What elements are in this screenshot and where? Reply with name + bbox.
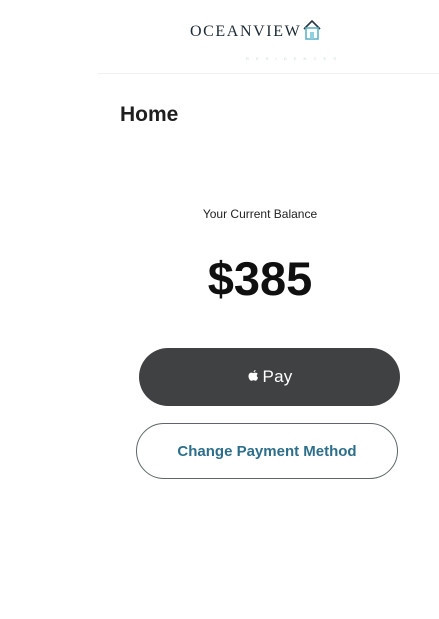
apple-icon [248,369,258,381]
logo-text: OCEANVIEW [190,23,302,40]
change-payment-method-label: Change Payment Method [177,442,357,460]
pay-button-label: Pay [262,367,293,386]
change-payment-method-button[interactable]: Change Payment Method [136,423,398,479]
apple-pay-button[interactable]: Pay [139,348,400,406]
logo-subtext: R E S I D E N C E S [246,56,340,61]
balance-label: Your Current Balance [202,207,318,221]
house-icon [303,20,321,40]
balance-amount: $385 [207,252,313,305]
page-title: Home [120,103,179,126]
app-screen: OCEANVIEW R E S I D E N C E S Home Your … [0,0,439,619]
logo: OCEANVIEW [190,20,322,42]
app-header: OCEANVIEW R E S I D E N C E S [98,0,439,74]
